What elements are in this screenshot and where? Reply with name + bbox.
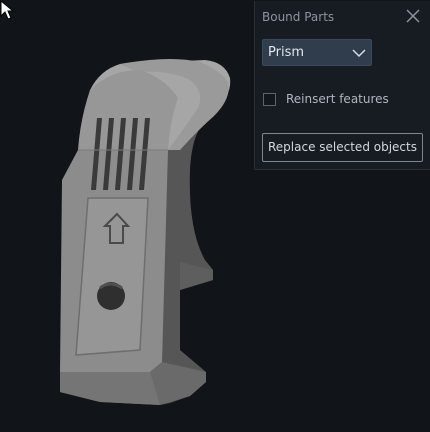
- reinsert-features-checkbox[interactable]: [263, 93, 276, 106]
- reinsert-features-label[interactable]: Reinsert features: [286, 92, 389, 106]
- panel-title: Bound Parts: [262, 10, 335, 24]
- bound-parts-panel: Bound Parts Prism Reinsert features Repl…: [254, 1, 430, 170]
- close-icon[interactable]: [405, 8, 421, 24]
- mouse-pointer-icon: [0, 0, 14, 20]
- replace-selected-objects-button[interactable]: Replace selected objects: [262, 133, 423, 162]
- shape-dropdown-value: Prism: [268, 45, 305, 60]
- shape-dropdown[interactable]: Prism: [262, 39, 372, 66]
- chevron-down-icon: [352, 49, 366, 58]
